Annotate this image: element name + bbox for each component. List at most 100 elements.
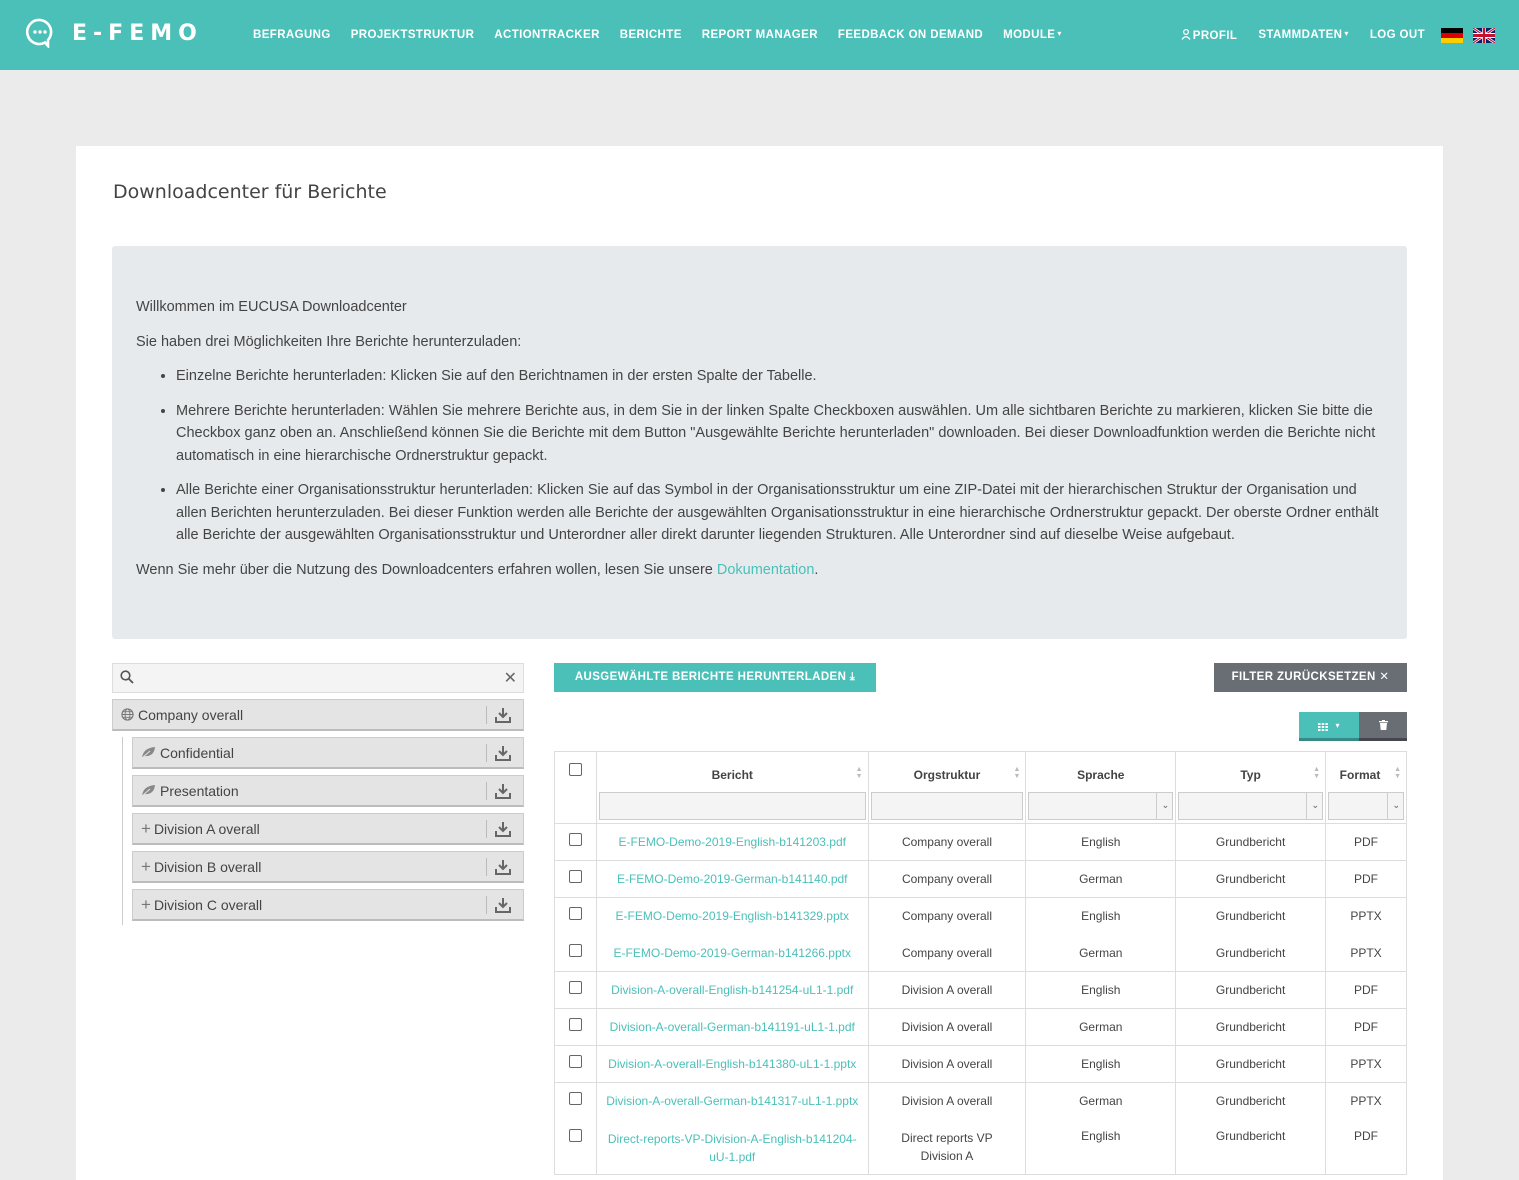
row-checkbox[interactable] (568, 1092, 582, 1105)
expand-plus-icon[interactable]: + (141, 820, 151, 837)
expand-plus-icon[interactable]: + (141, 858, 151, 875)
typ-cell: Grundbericht (1175, 971, 1327, 1009)
orgstruktur-filter-input[interactable] (870, 792, 1024, 820)
close-icon: ✕ (1379, 671, 1390, 683)
info-box: Willkommen im EUCUSA Downloadcenter Sie … (112, 246, 1407, 639)
tree-node-confidential[interactable]: Confidential (132, 737, 524, 769)
info-welcome: Willkommen im EUCUSA Downloadcenter (136, 299, 407, 315)
reports-table: Bericht ▲ ▼ Orgstruktur ▲ ▼ Sprache ⌄ Typ … (554, 751, 1407, 1175)
divider (486, 744, 487, 762)
delete-button[interactable] (1359, 712, 1407, 741)
report-link[interactable]: E-FEMO-Demo-2019-German-b141140.pdf (595, 860, 869, 898)
content-card: Downloadcenter für Berichte Willkommen i… (76, 146, 1443, 1180)
divider (486, 858, 487, 876)
report-link[interactable]: E-FEMO-Demo-2019-English-b141203.pdf (595, 823, 869, 861)
download-selected-button[interactable]: AUSGEWÄHLTE BERICHTE HERUNTERLADEN ⤓ (554, 663, 876, 692)
report-link[interactable]: Division-A-overall-English-b141254-uL1-1… (595, 971, 869, 1009)
nav-module-dropdown[interactable]: MODULE ▾ (1003, 29, 1062, 41)
tree-node-division-c-overall[interactable]: + Division C overall (132, 889, 524, 921)
col-orgstruktur[interactable]: Orgstruktur ▲ ▼ (867, 751, 1027, 824)
report-link[interactable]: Direct-reports-VP-Division-A-English-b14… (595, 1119, 869, 1175)
orgstruktur-cell: Division A overall (867, 1082, 1027, 1120)
nav-profil[interactable]: PROFIL (1181, 28, 1238, 42)
tree-node-label: Division C overall (153, 896, 263, 913)
nav-report-manager[interactable]: REPORT MANAGER (702, 29, 818, 41)
typ-cell: Grundbericht (1175, 1082, 1327, 1120)
download-icon[interactable] (495, 707, 511, 723)
clear-search-icon[interactable]: ✕ (504, 668, 517, 688)
row-checkbox[interactable] (568, 1128, 582, 1142)
chevron-down-icon: ⌄ (1311, 800, 1320, 810)
row-select-cell (554, 1119, 597, 1175)
caret-down-icon: ▾ (1057, 29, 1062, 38)
col-bericht[interactable]: Bericht ▲ ▼ (595, 751, 869, 824)
nav-stammdaten-dropdown[interactable]: STAMMDATEN ▾ (1258, 29, 1348, 41)
info-list: Einzelne Berichte herunterladen: Klicken… (176, 365, 1383, 547)
german-flag-icon[interactable] (1441, 27, 1463, 43)
tree-node-division-b-overall[interactable]: + Division B overall (132, 851, 524, 883)
row-select-cell (554, 1082, 597, 1120)
orgstruktur-cell: Company overall (867, 897, 1027, 935)
sort-icon[interactable]: ▲ ▼ (1013, 766, 1020, 780)
documentation-link[interactable]: Dokumentation (717, 562, 815, 578)
sprache-filter-select[interactable]: ⌄ (1028, 792, 1174, 820)
info-bullet: Alle Berichte einer Organisationsstruktu… (176, 479, 1383, 547)
reset-filter-button[interactable]: FILTER ZURÜCKSETZEN ✕ (1214, 663, 1407, 692)
sort-icon[interactable]: ▲ ▼ (1394, 766, 1401, 780)
main-nav: BEFRAGUNG PROJEKTSTRUKTUR ACTIONTRACKER … (253, 0, 1082, 70)
nav-befragung[interactable]: BEFRAGUNG (253, 29, 331, 41)
row-checkbox[interactable] (568, 833, 582, 846)
report-link[interactable]: Division-A-overall-English-b141380-uL1-1… (595, 1045, 869, 1083)
nav-projektstruktur[interactable]: PROJEKTSTRUKTUR (351, 29, 475, 41)
reset-filter-label: FILTER ZURÜCKSETZEN (1231, 671, 1376, 683)
col-sprache[interactable]: Sprache ⌄ (1025, 751, 1177, 824)
nav-logout[interactable]: LOG OUT (1370, 29, 1425, 41)
sort-icon[interactable]: ▲ ▼ (856, 766, 863, 780)
bericht-filter-input[interactable] (598, 792, 866, 820)
table-row: E-FEMO-Demo-2019-German-b141140.pdf Comp… (554, 860, 1407, 898)
column-chooser-button[interactable]: ▾ (1299, 712, 1359, 741)
nav-actiontracker[interactable]: ACTIONTRACKER (494, 29, 600, 41)
row-checkbox[interactable] (568, 870, 582, 883)
sprache-cell: German (1025, 860, 1177, 898)
logo[interactable]: E-FEMO (26, 18, 203, 48)
download-icon[interactable] (495, 859, 511, 875)
report-link[interactable]: E-FEMO-Demo-2019-English-b141329.pptx (595, 897, 869, 935)
tree-node-division-a-overall[interactable]: + Division A overall (132, 813, 524, 845)
download-icon[interactable] (495, 821, 511, 837)
tree-node-label: Confidential (160, 744, 234, 761)
row-checkbox[interactable] (568, 907, 582, 920)
tree-node-company-overall[interactable]: Company overall (112, 699, 524, 731)
download-icon[interactable] (495, 897, 511, 913)
orgstruktur-cell: Division A overall (867, 1045, 1027, 1083)
org-tree: ✕ Company overall Confidential Presentat… (112, 663, 524, 925)
select-all-checkbox[interactable] (568, 763, 582, 776)
row-select-cell (554, 934, 597, 972)
typ-filter-select[interactable]: ⌄ (1178, 792, 1324, 820)
sort-icon[interactable]: ▲ ▼ (1313, 766, 1320, 780)
row-checkbox[interactable] (568, 1055, 582, 1068)
row-checkbox[interactable] (568, 981, 582, 994)
uk-flag-icon[interactable] (1473, 27, 1495, 43)
row-checkbox[interactable] (568, 943, 582, 957)
expand-plus-icon[interactable]: + (141, 896, 151, 913)
nav-berichte[interactable]: BERICHTE (620, 29, 682, 41)
col-typ[interactable]: Typ ▲ ▼ ⌄ (1175, 751, 1327, 824)
report-link[interactable]: Division-A-overall-German-b141191-uL1-1.… (595, 1008, 869, 1046)
row-checkbox[interactable] (568, 1018, 582, 1031)
nav-feedback-on-demand[interactable]: FEEDBACK ON DEMAND (838, 29, 983, 41)
orgstruktur-cell: Division A overall (867, 1008, 1027, 1046)
table-row: E-FEMO-Demo-2019-English-b141329.pptx Co… (554, 897, 1407, 935)
download-icon[interactable] (495, 745, 511, 761)
format-filter-select[interactable]: ⌄ (1328, 792, 1404, 820)
chevron-down-icon: ⌄ (1161, 800, 1170, 810)
col-format[interactable]: Format ▲ ▼ ⌄ (1325, 751, 1407, 824)
report-link[interactable]: Division-A-overall-German-b141317-uL1-1.… (595, 1082, 869, 1120)
report-link[interactable]: E-FEMO-Demo-2019-German-b141266.pptx (595, 934, 869, 972)
tree-search-input[interactable]: ✕ (112, 663, 524, 693)
download-arrow-icon: ⤓ (849, 671, 856, 683)
user-icon (1181, 28, 1191, 40)
row-select-cell (554, 971, 597, 1009)
download-icon[interactable] (495, 783, 511, 799)
tree-node-presentation[interactable]: Presentation (132, 775, 524, 807)
